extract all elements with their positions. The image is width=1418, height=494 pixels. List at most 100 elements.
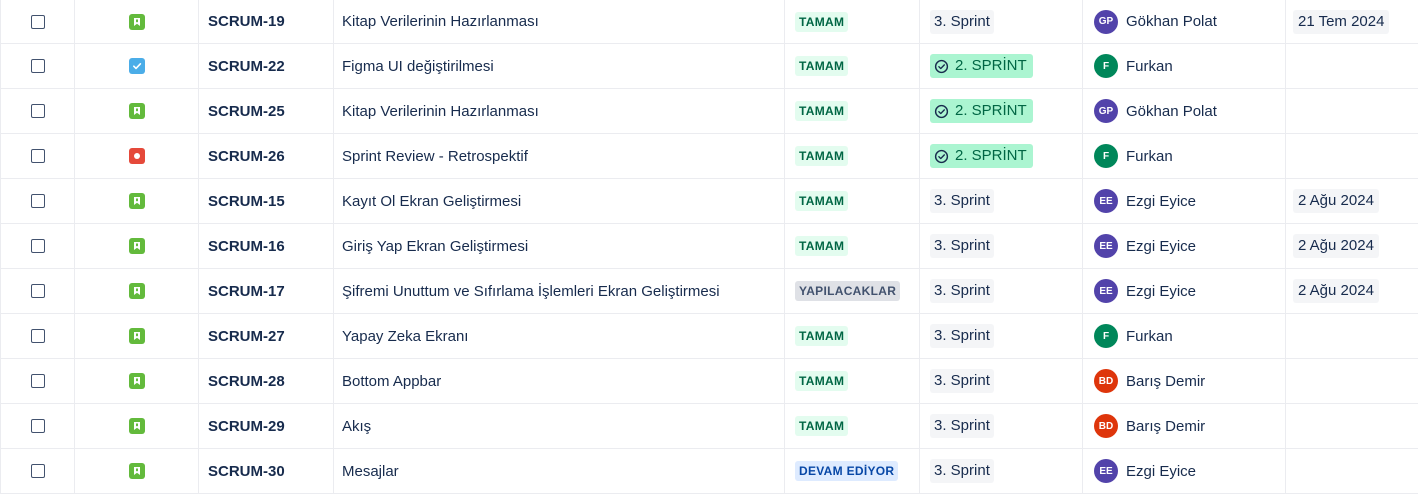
status-badge[interactable]: TAMAM xyxy=(795,146,849,166)
status-cell: TAMAM xyxy=(785,179,920,223)
due-date[interactable]: 2 Ağu 2024 xyxy=(1293,234,1379,258)
bookmark-icon xyxy=(128,373,145,389)
assignee-name: Furkan xyxy=(1126,147,1173,165)
table-row[interactable]: SCRUM-27 Yapay Zeka Ekranı TAMAM 3. Spri… xyxy=(0,314,1418,359)
assignee-cell[interactable]: F Furkan xyxy=(1083,44,1286,88)
issue-key[interactable]: SCRUM-15 xyxy=(199,179,334,223)
sprint-badge[interactable]: 2. SPRİNT xyxy=(930,54,1033,78)
completed-check-icon xyxy=(934,59,949,74)
due-date[interactable]: 2 Ağu 2024 xyxy=(1293,189,1379,213)
issue-summary[interactable]: Sprint Review - Retrospektif xyxy=(334,134,785,178)
assignee-cell[interactable]: F Furkan xyxy=(1083,134,1286,178)
row-checkbox[interactable] xyxy=(30,329,45,343)
issue-key[interactable]: SCRUM-16 xyxy=(199,224,334,268)
assignee-cell[interactable]: EE Ezgi Eyice xyxy=(1083,179,1286,223)
row-select-cell xyxy=(0,179,75,223)
table-row[interactable]: SCRUM-22 Figma UI değiştirilmesi TAMAM 2… xyxy=(0,44,1418,89)
row-checkbox[interactable] xyxy=(30,374,45,388)
sprint-badge[interactable]: 3. Sprint xyxy=(930,9,994,34)
due-date[interactable]: 2 Ağu 2024 xyxy=(1293,279,1379,303)
row-checkbox[interactable] xyxy=(30,284,45,298)
row-checkbox[interactable] xyxy=(30,59,45,73)
table-row[interactable]: SCRUM-15 Kayıt Ol Ekran Geliştirmesi TAM… xyxy=(0,179,1418,224)
sprint-badge[interactable]: 2. SPRİNT xyxy=(930,99,1033,123)
issue-summary[interactable]: Kitap Verilerinin Hazırlanması xyxy=(334,0,785,43)
table-row[interactable]: SCRUM-16 Giriş Yap Ekran Geliştirmesi TA… xyxy=(0,224,1418,269)
status-badge[interactable]: TAMAM xyxy=(795,236,849,256)
issue-key[interactable]: SCRUM-17 xyxy=(199,269,334,313)
status-badge[interactable]: TAMAM xyxy=(795,11,849,32)
issue-key[interactable]: SCRUM-27 xyxy=(199,314,334,358)
row-checkbox[interactable] xyxy=(30,194,45,208)
row-select-cell xyxy=(0,404,75,448)
avatar: GP xyxy=(1094,99,1118,123)
sprint-badge[interactable]: 3. Sprint xyxy=(930,414,994,438)
issue-summary[interactable]: Şifremi Unuttum ve Sıfırlama İşlemleri E… xyxy=(334,269,785,313)
issue-summary[interactable]: Akış xyxy=(334,404,785,448)
table-row[interactable]: SCRUM-26 Sprint Review - Retrospektif TA… xyxy=(0,134,1418,179)
issue-key[interactable]: SCRUM-22 xyxy=(199,44,334,88)
table-row[interactable]: SCRUM-17 Şifremi Unuttum ve Sıfırlama İş… xyxy=(0,269,1418,314)
assignee-name: Gökhan Polat xyxy=(1126,13,1217,30)
issue-summary[interactable]: Bottom Appbar xyxy=(334,359,785,403)
table-row[interactable]: SCRUM-28 Bottom Appbar TAMAM 3. Sprint B… xyxy=(0,359,1418,404)
sprint-badge[interactable]: 3. Sprint xyxy=(930,459,994,483)
status-badge[interactable]: YAPILACAKLAR xyxy=(795,281,901,301)
sprint-badge[interactable]: 3. Sprint xyxy=(930,189,994,213)
row-checkbox[interactable] xyxy=(30,419,45,433)
status-badge[interactable]: TAMAM xyxy=(795,191,849,211)
completed-check-icon xyxy=(934,104,949,119)
sprint-badge[interactable]: 3. Sprint xyxy=(930,234,994,258)
table-row[interactable]: SCRUM-29 Akış TAMAM 3. Sprint BD Barış D… xyxy=(0,404,1418,449)
issue-summary[interactable]: Giriş Yap Ekran Geliştirmesi xyxy=(334,224,785,268)
assignee-cell[interactable]: GP Gökhan Polat xyxy=(1083,0,1286,43)
issue-summary[interactable]: Yapay Zeka Ekranı xyxy=(334,314,785,358)
row-select-cell xyxy=(0,0,75,43)
sprint-badge[interactable]: 3. Sprint xyxy=(930,369,994,393)
assignee-cell[interactable]: BD Barış Demir xyxy=(1083,359,1286,403)
assignee-cell[interactable]: F Furkan xyxy=(1083,314,1286,358)
status-badge[interactable]: TAMAM xyxy=(795,326,849,346)
issue-type-cell xyxy=(75,44,199,88)
row-checkbox[interactable] xyxy=(30,14,45,29)
issue-summary[interactable]: Kayıt Ol Ekran Geliştirmesi xyxy=(334,179,785,223)
status-badge[interactable]: TAMAM xyxy=(795,101,849,121)
sprint-badge[interactable]: 3. Sprint xyxy=(930,324,994,348)
issue-summary[interactable]: Mesajlar xyxy=(334,449,785,493)
status-badge[interactable]: TAMAM xyxy=(795,56,849,76)
issue-key[interactable]: SCRUM-28 xyxy=(199,359,334,403)
avatar: EE xyxy=(1094,459,1118,483)
assignee-cell[interactable]: EE Ezgi Eyice xyxy=(1083,449,1286,493)
sprint-badge[interactable]: 2. SPRİNT xyxy=(930,144,1033,168)
due-date-cell xyxy=(1286,314,1418,358)
issue-summary[interactable]: Kitap Verilerinin Hazırlanması xyxy=(334,89,785,133)
due-date[interactable]: 21 Tem 2024 xyxy=(1293,9,1390,34)
row-checkbox[interactable] xyxy=(30,149,45,163)
sprint-cell: 3. Sprint xyxy=(920,359,1083,403)
due-date-cell: 21 Tem 2024 xyxy=(1286,0,1418,43)
issue-key[interactable]: SCRUM-19 xyxy=(199,0,334,43)
assignee-cell[interactable]: GP Gökhan Polat xyxy=(1083,89,1286,133)
issue-summary[interactable]: Figma UI değiştirilmesi xyxy=(334,44,785,88)
row-checkbox[interactable] xyxy=(30,104,45,118)
table-row[interactable]: SCRUM-25 Kitap Verilerinin Hazırlanması … xyxy=(0,89,1418,134)
issue-key[interactable]: SCRUM-25 xyxy=(199,89,334,133)
issue-key[interactable]: SCRUM-29 xyxy=(199,404,334,448)
assignee-cell[interactable]: EE Ezgi Eyice xyxy=(1083,269,1286,313)
avatar: BD xyxy=(1094,369,1118,393)
table-row[interactable]: SCRUM-19 Kitap Verilerinin Hazırlanması … xyxy=(0,0,1418,44)
table-row[interactable]: SCRUM-30 Mesajlar DEVAM EDİYOR 3. Sprint… xyxy=(0,449,1418,494)
assignee-cell[interactable]: BD Barış Demir xyxy=(1083,404,1286,448)
avatar: EE xyxy=(1094,189,1118,213)
sprint-badge[interactable]: 3. Sprint xyxy=(930,279,994,303)
row-checkbox[interactable] xyxy=(30,464,45,478)
issue-key[interactable]: SCRUM-26 xyxy=(199,134,334,178)
status-badge[interactable]: DEVAM EDİYOR xyxy=(795,461,899,481)
assignee-cell[interactable]: EE Ezgi Eyice xyxy=(1083,224,1286,268)
sprint-cell: 3. Sprint xyxy=(920,269,1083,313)
status-badge[interactable]: TAMAM xyxy=(795,371,849,391)
issue-key[interactable]: SCRUM-30 xyxy=(199,449,334,493)
assignee-name: Ezgi Eyice xyxy=(1126,462,1197,480)
status-badge[interactable]: TAMAM xyxy=(795,416,849,436)
row-checkbox[interactable] xyxy=(30,239,45,253)
